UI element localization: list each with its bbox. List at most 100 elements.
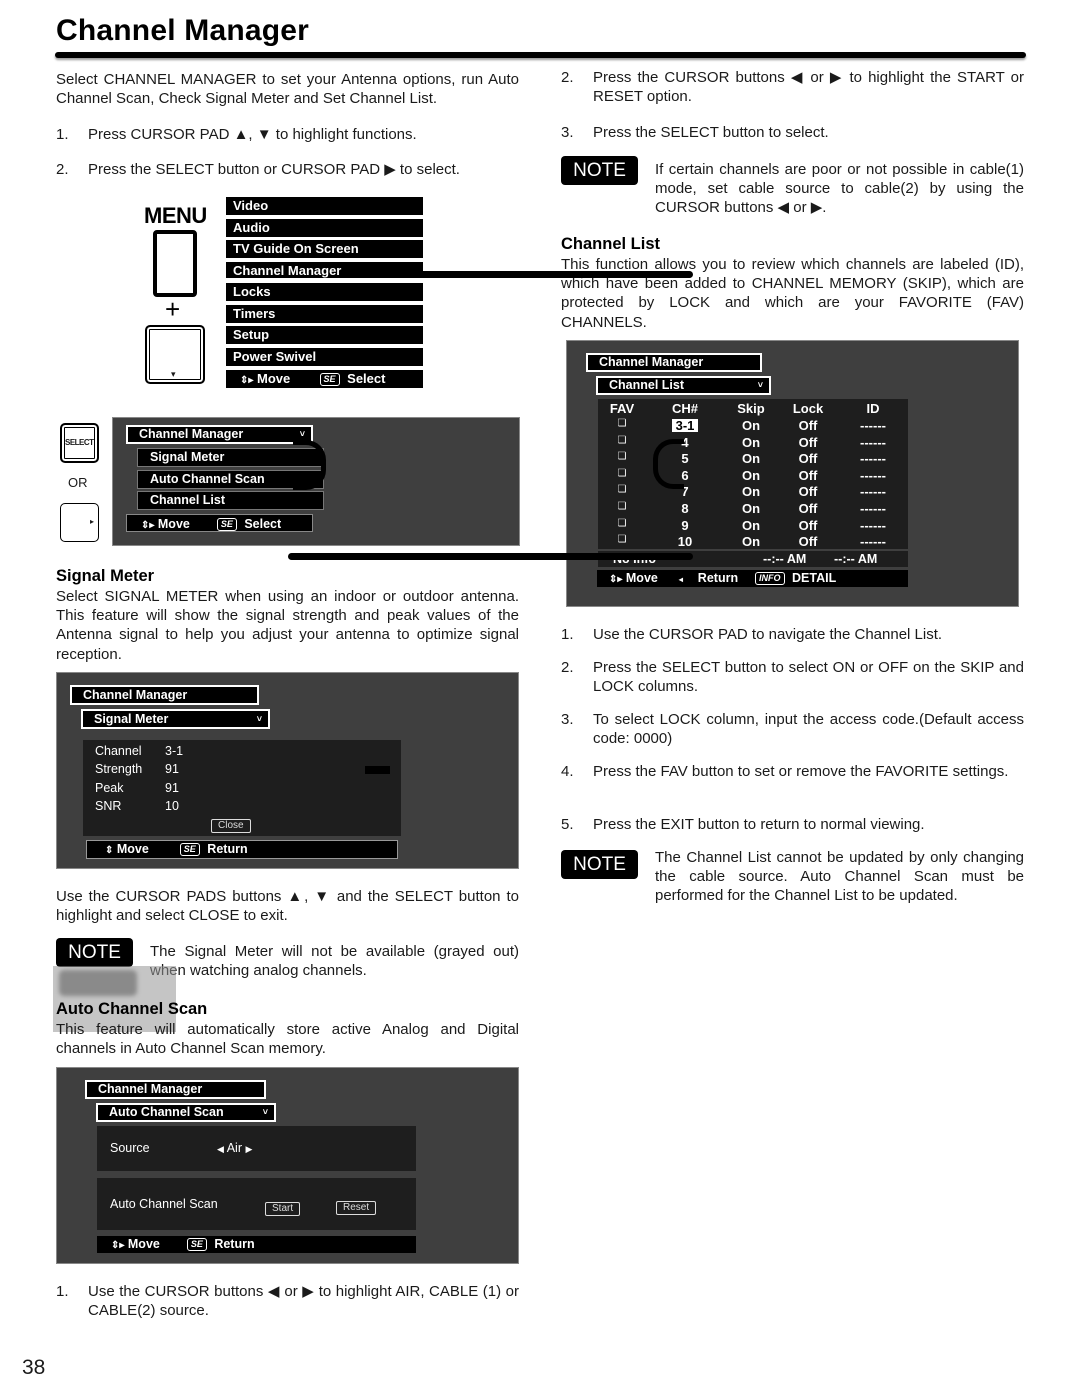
move-label: Move xyxy=(157,517,190,531)
source-label: Source xyxy=(110,1141,150,1155)
col-skip: Skip xyxy=(737,401,765,416)
title-rule xyxy=(55,52,1026,58)
select-button[interactable]: SELECT xyxy=(60,423,99,463)
cell-lock: Off xyxy=(798,418,818,433)
menu-item-video[interactable]: Video xyxy=(226,197,423,215)
channel-list-text: This function allows you to review which… xyxy=(561,256,1024,331)
cell-fav[interactable]: ❏ xyxy=(598,468,646,479)
channel-row[interactable]: ❏ 7 On Off ------ xyxy=(598,484,908,501)
sm-value-strength: 91 xyxy=(165,762,179,777)
cell-fav[interactable]: ❏ xyxy=(598,484,646,495)
cell-lock: Off xyxy=(798,501,818,516)
menu-item-power-swivel[interactable]: Power Swivel xyxy=(226,348,423,366)
cursor-right-button[interactable]: ▸ xyxy=(60,503,99,542)
connector-line xyxy=(559,553,693,560)
note-badge: NOTE xyxy=(561,850,638,879)
note-badge: NOTE xyxy=(56,938,133,967)
cell-id: ------ xyxy=(860,434,886,450)
channel-row[interactable]: ❏ 8 On Off ------ xyxy=(598,501,908,518)
step-number: 2. xyxy=(561,69,574,86)
col-id: ID xyxy=(866,401,880,416)
cell-ch: 8 xyxy=(681,501,689,516)
cell-lock: Off xyxy=(798,467,818,483)
menu-button[interactable] xyxy=(153,230,197,297)
auto-scan-heading: Auto Channel Scan xyxy=(56,1000,208,1018)
as-tab: Auto Channel Scan ˅ xyxy=(96,1103,276,1122)
cm-item-channel-list[interactable]: Channel List xyxy=(137,491,324,510)
cell-id: ------ xyxy=(860,484,886,500)
auto-scan-text: This feature will automatically store ac… xyxy=(56,1021,519,1058)
sm-panel: Channel Strength Peak SNR 3-1 91 91 10 C… xyxy=(83,740,401,836)
step-number: 4. xyxy=(561,763,574,780)
sm-label-strength: Strength xyxy=(95,762,143,777)
intro-text: Select CHANNEL MANAGER to set your Anten… xyxy=(56,71,519,108)
info-key-icon: INFO xyxy=(755,572,785,585)
channel-row[interactable]: ❏ 5 On Off ------ xyxy=(598,451,908,468)
step-number: 2. xyxy=(56,161,69,178)
menu-item-tv-guide[interactable]: TV Guide On Screen xyxy=(226,240,423,258)
channel-row[interactable]: ❏ 9 On Off ------ xyxy=(598,518,908,535)
start-button[interactable]: Start xyxy=(265,1198,301,1216)
channel-list-step-2: 2. Press the SELECT button to select ON … xyxy=(561,658,1024,698)
step-number: 1. xyxy=(56,126,69,143)
cell-id: ------ xyxy=(860,418,886,433)
sm-value-channel: 3-1 xyxy=(165,744,184,758)
cell-lock: Off xyxy=(798,484,818,500)
channel-list-heading: Channel List xyxy=(561,235,661,253)
cell-fav[interactable]: ❏ xyxy=(598,518,646,529)
step-number: 3. xyxy=(561,124,574,141)
move-icon: ⇕ xyxy=(105,845,114,856)
menu-footer: ⇕▸ Move SE Select xyxy=(226,370,423,388)
note-badge: NOTE xyxy=(561,156,638,185)
reset-button[interactable]: Reset xyxy=(336,1197,377,1215)
channel-row[interactable]: ❏ 10 On Off ------ xyxy=(598,534,908,551)
sm-label-channel: Channel xyxy=(95,744,142,758)
as-header: Channel Manager xyxy=(85,1080,266,1099)
chevron-down-icon: ˅ xyxy=(262,1107,268,1117)
channel-row[interactable]: ❏ 4 On Off ------ xyxy=(598,435,908,452)
auto-scan-step-3: 3. Press the SELECT button to select. xyxy=(561,123,1024,143)
grayed-note-badge xyxy=(59,970,137,996)
connector-line xyxy=(560,272,692,278)
menu-item-timers[interactable]: Timers xyxy=(226,305,423,323)
channel-row[interactable]: ❏ 6 On Off ------ xyxy=(598,468,908,485)
cell-skip: On xyxy=(741,418,761,433)
cm-header-label: Channel Manager xyxy=(139,427,244,441)
cell-fav[interactable]: ❏ xyxy=(598,435,646,446)
down-arrow-icon: ▾ xyxy=(171,369,176,379)
source-value: Air xyxy=(226,1141,242,1155)
cell-id: ------ xyxy=(860,451,886,467)
intro-step-2: 2. Press the SELECT button or CURSOR PAD… xyxy=(56,160,519,180)
channel-list-step-5: 5. Press the EXIT button to return to no… xyxy=(561,815,1024,835)
menu-item-locks[interactable]: Locks xyxy=(226,283,423,301)
step-text: Press the SELECT button to select ON or … xyxy=(593,659,1024,696)
sm-labels: Channel Strength Peak SNR xyxy=(95,742,142,815)
select-button-label: SELECT xyxy=(65,438,94,447)
step-text: To select LOCK column, input the access … xyxy=(593,711,1024,748)
reset-label: Reset xyxy=(336,1201,377,1215)
info-time-1: --:-- AM xyxy=(763,552,807,566)
cell-fav[interactable]: ❏ xyxy=(598,501,646,512)
left-arrow-icon: ◀ xyxy=(217,1144,224,1154)
menu-item-audio[interactable]: Audio xyxy=(226,219,423,237)
move-icon: ⇕▸ xyxy=(609,574,623,585)
cl-header: Channel Manager xyxy=(586,353,762,372)
as-source-panel: Source ◀ Air ▶ xyxy=(97,1126,416,1171)
signal-meter-osd: Channel Manager Signal Meter ˅ Channel S… xyxy=(56,672,519,869)
chevron-down-icon: ˅ xyxy=(256,714,262,724)
cm-header: Channel Manager ˅ xyxy=(126,425,313,444)
intro-step-1: 1. Press CURSOR PAD ▲, ▼ to highlight fu… xyxy=(56,125,519,145)
channel-row[interactable]: ❏ 3-1 On Off ------ xyxy=(598,418,908,435)
cell-fav[interactable]: ❏ xyxy=(598,451,646,462)
step-text: Press the CURSOR buttons ◀ or ▶ to highl… xyxy=(593,69,1024,106)
cell-fav[interactable]: ❏ xyxy=(598,534,646,545)
step-number: 3. xyxy=(561,711,574,728)
source-selector[interactable]: ◀ Air ▶ xyxy=(217,1141,252,1155)
cursor-down-button[interactable]: ▾ xyxy=(145,325,205,384)
cell-id: ------ xyxy=(860,517,886,533)
cell-fav[interactable]: ❏ xyxy=(598,418,646,429)
close-button[interactable]: Close xyxy=(211,815,251,833)
return-label: Return xyxy=(207,842,248,856)
menu-item-setup[interactable]: Setup xyxy=(226,326,423,344)
menu-item-channel-manager[interactable]: Channel Manager xyxy=(226,262,423,278)
